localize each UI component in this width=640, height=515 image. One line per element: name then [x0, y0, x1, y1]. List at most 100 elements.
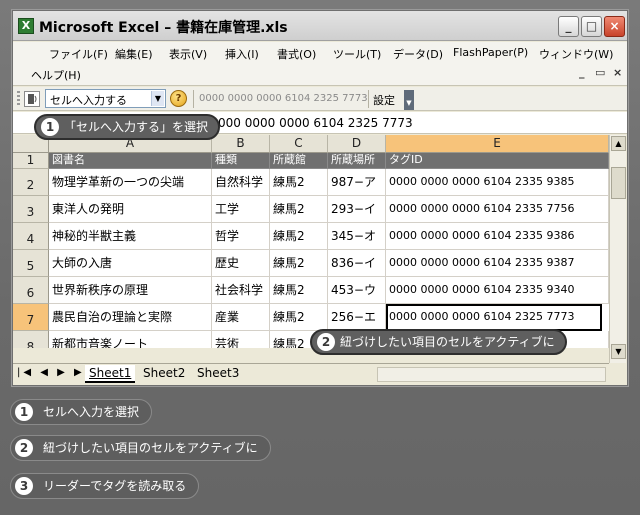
table-cell[interactable]: 練馬2 [270, 196, 328, 223]
menu-help[interactable]: ヘルプ(H) [31, 67, 81, 83]
table-cell[interactable]: 0000 0000 0000 6104 2335 9340 [386, 277, 609, 304]
step-number-badge: 2 [15, 439, 33, 457]
instruction-step-3: 3 リーダーでタグを読み取る [10, 473, 200, 499]
table-cell[interactable]: 0000 0000 0000 6104 2335 7756 [386, 196, 609, 223]
menu-tools[interactable]: ツール(T) [333, 46, 381, 62]
table-cell[interactable]: 社会科学 [212, 277, 270, 304]
callout-step-1: 1 「セルへ入力する」を選択 [34, 114, 221, 140]
table-cell[interactable]: 0000 0000 0000 6104 2335 9387 [386, 250, 609, 277]
doc-minimize-button[interactable]: _ [579, 66, 585, 79]
input-mode-value: セルへ入力する [50, 94, 127, 107]
callout-text: 「セルへ入力する」を選択 [64, 120, 209, 134]
table-cell[interactable]: 歴史 [212, 250, 270, 277]
menu-data[interactable]: データ(D) [393, 46, 443, 62]
table-cell[interactable]: 0000 0000 0000 6104 2335 9385 [386, 169, 609, 196]
menu-window[interactable]: ウィンドウ(W) [539, 46, 613, 62]
input-mode-select[interactable]: セルへ入力する ▼ [45, 89, 166, 108]
table-cell[interactable]: 練馬2 [270, 304, 328, 331]
table-cell[interactable]: 農民自治の理論と実際 [49, 304, 212, 331]
help-icon[interactable]: ? [170, 90, 187, 107]
sheet-nav-arrows-icon[interactable]: |◀ ◀ ▶ ▶| [17, 367, 91, 378]
minimize-button[interactable]: _ [558, 16, 579, 37]
table-cell[interactable]: 工学 [212, 196, 270, 223]
table-cell[interactable]: 芸術 [212, 331, 270, 348]
scroll-thumb[interactable] [611, 167, 626, 199]
active-cell-e7[interactable]: 0000 0000 0000 6104 2325 7773 [386, 304, 602, 331]
step-text: 紐づけしたい項目のセルをアクティブに [43, 441, 258, 455]
callout-step-2: 2 紐づけしたい項目のセルをアクティブに [310, 329, 567, 355]
table-cell[interactable]: 836−イ [328, 250, 386, 277]
table-cell[interactable]: 256−エ [328, 304, 386, 331]
sheet-tab-sheet1[interactable]: Sheet1 [85, 365, 136, 383]
table-cell[interactable]: 神秘的半獣主義 [49, 223, 212, 250]
row-header[interactable]: 2 [13, 169, 49, 196]
table-cell[interactable]: 自然科学 [212, 169, 270, 196]
menu-insert[interactable]: 挿入(I) [225, 46, 259, 62]
worksheet-grid: A B C D E 1 図書名 種類 所蔵館 所蔵場所 タグID 2 物理学革新… [13, 135, 609, 348]
row-header[interactable]: 5 [13, 250, 49, 277]
toolbar-separator [368, 90, 369, 108]
table-cell[interactable]: 新都市音楽ノート [49, 331, 212, 348]
row-header-active[interactable]: 7 [13, 304, 49, 331]
rfid-toolbar: セルへ入力する ▼ ? 0000 0000 0000 6104 2325 777… [13, 87, 627, 111]
table-cell[interactable]: 0000 0000 0000 6104 2335 9386 [386, 223, 609, 250]
menu-view[interactable]: 表示(V) [169, 46, 207, 62]
header-cell-library[interactable]: 所蔵館 [270, 153, 328, 169]
row-header[interactable]: 8 [13, 331, 49, 348]
column-header-c[interactable]: C [270, 135, 328, 153]
horizontal-scrollbar[interactable] [377, 367, 606, 382]
toolbar-grip[interactable] [17, 91, 20, 107]
table-cell[interactable]: 産業 [212, 304, 270, 331]
table-cell[interactable]: 哲学 [212, 223, 270, 250]
header-cell-tag-id[interactable]: タグID [386, 153, 609, 169]
scroll-up-icon[interactable]: ▲ [611, 136, 626, 151]
table-cell[interactable]: 練馬2 [270, 250, 328, 277]
column-header-b[interactable]: B [212, 135, 270, 153]
close-button[interactable]: × [604, 16, 625, 37]
step-number-badge: 1 [15, 403, 33, 421]
menu-file[interactable]: ファイル(F) [49, 46, 108, 62]
column-header-d[interactable]: D [328, 135, 386, 153]
table-cell[interactable]: 練馬2 [270, 223, 328, 250]
table-cell[interactable]: 物理学革新の一つの尖端 [49, 169, 212, 196]
settings-button[interactable]: 設定 [373, 92, 395, 108]
title-bar: X Microsoft Excel – 書籍在庫管理.xls _ □ × [13, 11, 627, 41]
table-cell[interactable]: 練馬2 [270, 277, 328, 304]
header-cell-title[interactable]: 図書名 [49, 153, 212, 169]
row-header[interactable]: 1 [13, 153, 49, 169]
callout-text: 紐づけしたい項目のセルをアクティブに [340, 335, 555, 349]
row-header[interactable]: 6 [13, 277, 49, 304]
step-number-badge: 2 [317, 333, 335, 351]
doc-restore-button[interactable]: ▭ [595, 66, 605, 79]
table-cell[interactable]: 293−イ [328, 196, 386, 223]
header-cell-location[interactable]: 所蔵場所 [328, 153, 386, 169]
toolbar-options-chevron-icon[interactable]: ▼ [404, 90, 414, 110]
menu-flashpaper[interactable]: FlashPaper(P) [453, 46, 528, 59]
table-cell[interactable]: 987−ア [328, 169, 386, 196]
sheet-tab-sheet2[interactable]: Sheet2 [139, 365, 189, 383]
instruction-step-2: 2 紐づけしたい項目のセルをアクティブに [10, 435, 271, 461]
rfid-reader-icon[interactable] [24, 91, 40, 107]
row-header[interactable]: 3 [13, 196, 49, 223]
table-cell[interactable]: 世界新秩序の原理 [49, 277, 212, 304]
column-header-e[interactable]: E [386, 135, 609, 153]
table-cell[interactable]: 345−オ [328, 223, 386, 250]
step-number-badge: 1 [41, 118, 59, 136]
table-cell[interactable]: 練馬2 [270, 169, 328, 196]
table-cell[interactable]: 大師の入唐 [49, 250, 212, 277]
maximize-button[interactable]: □ [581, 16, 602, 37]
header-cell-genre[interactable]: 種類 [212, 153, 270, 169]
tag-id-display: 0000 0000 0000 6104 2325 7773 [199, 93, 368, 104]
formula-value[interactable]: 000 0000 0000 6104 2325 7773 [218, 116, 413, 130]
vertical-scrollbar[interactable]: ▲ ▼ [609, 135, 626, 363]
menu-bar: ファイル(F) 編集(E) 表示(V) 挿入(I) 書式(O) ツール(T) デ… [13, 42, 627, 86]
menu-edit[interactable]: 編集(E) [115, 46, 153, 62]
sheet-tab-sheet3[interactable]: Sheet3 [193, 365, 243, 383]
table-cell[interactable]: 東洋人の発明 [49, 196, 212, 223]
menu-format[interactable]: 書式(O) [277, 46, 316, 62]
table-cell[interactable]: 453−ウ [328, 277, 386, 304]
row-header[interactable]: 4 [13, 223, 49, 250]
scroll-down-icon[interactable]: ▼ [611, 344, 626, 359]
chevron-down-icon[interactable]: ▼ [151, 91, 164, 106]
doc-close-button[interactable]: × [613, 66, 622, 79]
